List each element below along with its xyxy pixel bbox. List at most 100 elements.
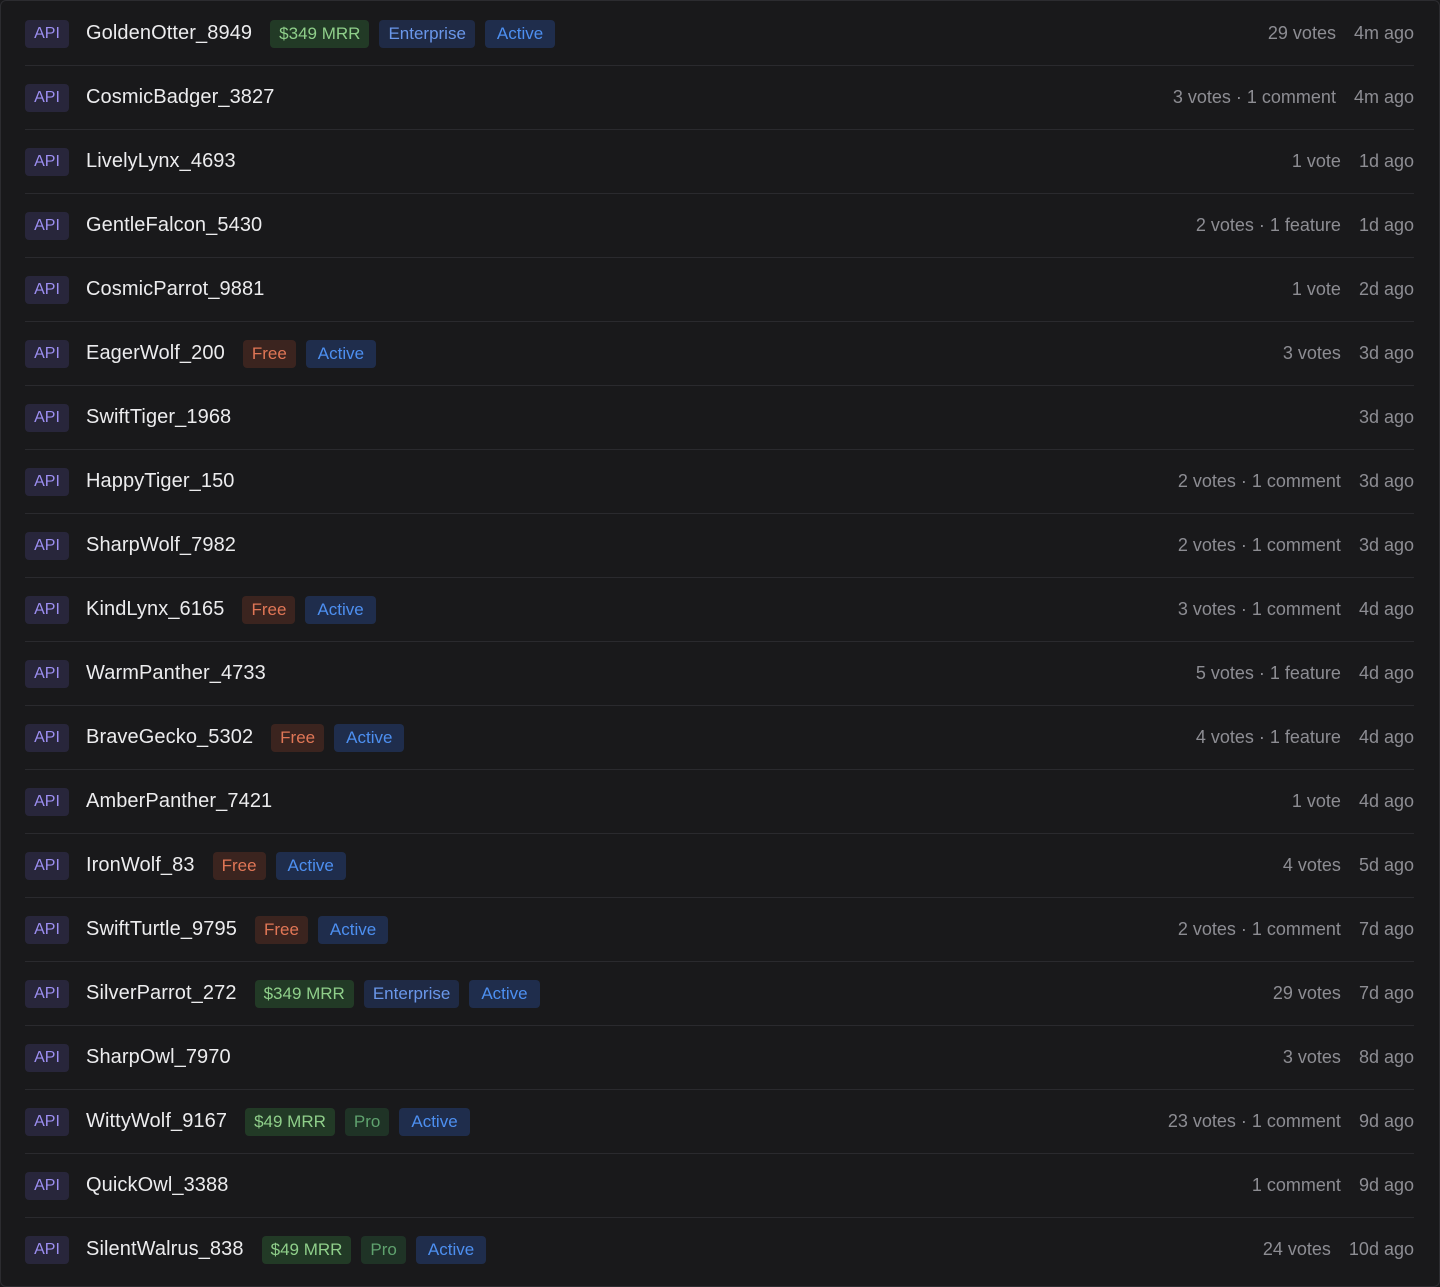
list-item[interactable]: API SwiftTiger_1968 3d ago <box>25 386 1414 450</box>
status-badge: Active <box>484 19 556 48</box>
list-item[interactable]: API GentleFalcon_5430 2 votes · 1 featur… <box>25 194 1414 258</box>
tag-group: Free Active <box>245 915 389 944</box>
list-item[interactable]: API QuickOwl_3388 1 comment 9d ago <box>25 1154 1414 1218</box>
list-item[interactable]: API HappyTiger_150 2 votes · 1 comment 3… <box>25 450 1414 514</box>
api-badge: API <box>25 339 69 368</box>
api-badge: API <box>25 531 69 560</box>
user-name[interactable]: GentleFalcon_5430 <box>86 214 262 237</box>
plan-badge: Pro <box>361 1235 406 1264</box>
timestamp: 7d ago <box>1358 919 1414 939</box>
user-name[interactable]: SwiftTiger_1968 <box>86 406 231 429</box>
mrr-badge: $349 MRR <box>254 979 354 1008</box>
tag-group: $349 MRR Enterprise Active <box>245 979 540 1008</box>
activity-summary: 3 votes · 1 comment <box>1177 599 1341 619</box>
list-item[interactable]: API SilentWalrus_838 $49 MRR Pro Active 24… <box>25 1218 1414 1281</box>
status-badge: Active <box>305 595 376 624</box>
list-item[interactable]: API LivelyLynx_4693 1 vote 1d ago <box>25 130 1414 194</box>
list-item[interactable]: API SwiftTurtle_9795 Free Active 2 votes … <box>25 898 1414 962</box>
user-name[interactable]: CosmicParrot_9881 <box>86 278 264 301</box>
timestamp: 4m ago <box>1353 23 1414 43</box>
timestamp: 4d ago <box>1358 791 1414 811</box>
timestamp: 4d ago <box>1358 727 1414 747</box>
api-badge: API <box>25 659 69 688</box>
tag-group: $49 MRR Pro Active <box>252 1235 487 1264</box>
activity-summary: 3 votes · 1 comment <box>1172 87 1336 107</box>
timestamp: 1d ago <box>1358 215 1414 235</box>
feedback-list-panel: API GoldenOtter_8949 $349 MRR Enterprise A… <box>0 0 1440 1287</box>
list-item[interactable]: API WittyWolf_9167 $49 MRR Pro Active 23 v… <box>25 1090 1414 1154</box>
user-name[interactable]: LivelyLynx_4693 <box>86 150 236 173</box>
api-badge: API <box>25 83 69 112</box>
timestamp: 10d ago <box>1348 1239 1414 1259</box>
list-item[interactable]: API SilverParrot_272 $349 MRR Enterprise A… <box>25 962 1414 1026</box>
list-item[interactable]: API GoldenOtter_8949 $349 MRR Enterprise A… <box>25 2 1414 66</box>
api-badge: API <box>25 467 69 496</box>
plan-badge: Enterprise <box>379 19 475 48</box>
user-name[interactable]: CosmicBadger_3827 <box>86 86 274 109</box>
list-item[interactable]: API SharpWolf_7982 2 votes · 1 comment 3… <box>25 514 1414 578</box>
api-badge: API <box>25 1107 69 1136</box>
user-name[interactable]: AmberPanther_7421 <box>86 790 272 813</box>
user-name[interactable]: KindLynx_6165 <box>86 598 224 621</box>
user-name[interactable]: SilverParrot_272 <box>86 982 237 1005</box>
activity-summary: 2 votes · 1 comment <box>1177 471 1341 491</box>
status-badge: Active <box>415 1235 487 1264</box>
user-name[interactable]: SharpWolf_7982 <box>86 534 236 557</box>
status-badge: Active <box>305 339 377 368</box>
list-item[interactable]: API SharpOwl_7970 3 votes 8d ago <box>25 1026 1414 1090</box>
timestamp: 4m ago <box>1353 87 1414 107</box>
api-badge: API <box>25 147 69 176</box>
user-list: API GoldenOtter_8949 $349 MRR Enterprise A… <box>25 2 1414 1281</box>
plan-badge: Free <box>242 595 296 624</box>
tag-group: Free Active <box>261 723 405 752</box>
tag-group: Free Active <box>233 339 377 368</box>
plan-badge: Free <box>212 851 266 880</box>
activity-summary: 1 vote <box>1291 151 1341 171</box>
activity-summary: 1 vote <box>1291 279 1341 299</box>
timestamp: 5d ago <box>1358 855 1414 875</box>
timestamp: 3d ago <box>1358 471 1414 491</box>
list-item[interactable]: API IronWolf_83 Free Active 4 votes 5d ag… <box>25 834 1414 898</box>
activity-summary: 2 votes · 1 comment <box>1177 535 1341 555</box>
api-badge: API <box>25 1171 69 1200</box>
list-item[interactable]: API AmberPanther_7421 1 vote 4d ago <box>25 770 1414 834</box>
user-name[interactable]: SilentWalrus_838 <box>86 1238 244 1261</box>
status-badge: Active <box>399 1107 470 1136</box>
plan-badge: Enterprise <box>363 979 460 1008</box>
activity-summary: 1 vote <box>1291 791 1341 811</box>
list-item[interactable]: API CosmicParrot_9881 1 vote 2d ago <box>25 258 1414 322</box>
user-name[interactable]: BraveGecko_5302 <box>86 726 253 749</box>
status-badge: Active <box>275 851 346 880</box>
user-name[interactable]: QuickOwl_3388 <box>86 1174 228 1197</box>
timestamp: 1d ago <box>1358 151 1414 171</box>
plan-badge: Free <box>242 339 296 368</box>
activity-summary: 23 votes · 1 comment <box>1167 1111 1341 1131</box>
plan-badge: Free <box>271 723 325 752</box>
user-name[interactable]: HappyTiger_150 <box>86 470 235 493</box>
tag-group: Free Active <box>203 851 346 880</box>
user-name[interactable]: SharpOwl_7970 <box>86 1046 231 1069</box>
user-name[interactable]: WittyWolf_9167 <box>86 1110 227 1133</box>
mrr-badge: $49 MRR <box>261 1235 352 1264</box>
api-badge: API <box>25 851 69 880</box>
user-name[interactable]: IronWolf_83 <box>86 854 195 877</box>
api-badge: API <box>25 595 69 624</box>
activity-summary: 1 comment <box>1251 1175 1341 1195</box>
list-item[interactable]: API KindLynx_6165 Free Active 3 votes · 1… <box>25 578 1414 642</box>
activity-summary: 3 votes <box>1282 1047 1341 1067</box>
user-name[interactable]: EagerWolf_200 <box>86 342 225 365</box>
activity-summary: 29 votes <box>1267 23 1336 43</box>
user-name[interactable]: WarmPanther_4733 <box>86 662 266 685</box>
activity-summary: 29 votes <box>1272 983 1341 1003</box>
mrr-badge: $349 MRR <box>270 19 370 48</box>
mrr-badge: $49 MRR <box>245 1107 335 1136</box>
user-name[interactable]: SwiftTurtle_9795 <box>86 918 237 941</box>
activity-summary: 24 votes <box>1262 1239 1331 1259</box>
list-item[interactable]: API CosmicBadger_3827 3 votes · 1 commen… <box>25 66 1414 130</box>
list-item[interactable]: API BraveGecko_5302 Free Active 4 votes ·… <box>25 706 1414 770</box>
user-name[interactable]: GoldenOtter_8949 <box>86 22 252 45</box>
list-item[interactable]: API WarmPanther_4733 5 votes · 1 feature… <box>25 642 1414 706</box>
list-item[interactable]: API EagerWolf_200 Free Active 3 votes 3d … <box>25 322 1414 386</box>
activity-summary: 3 votes <box>1282 343 1341 363</box>
status-badge: Active <box>469 979 540 1008</box>
